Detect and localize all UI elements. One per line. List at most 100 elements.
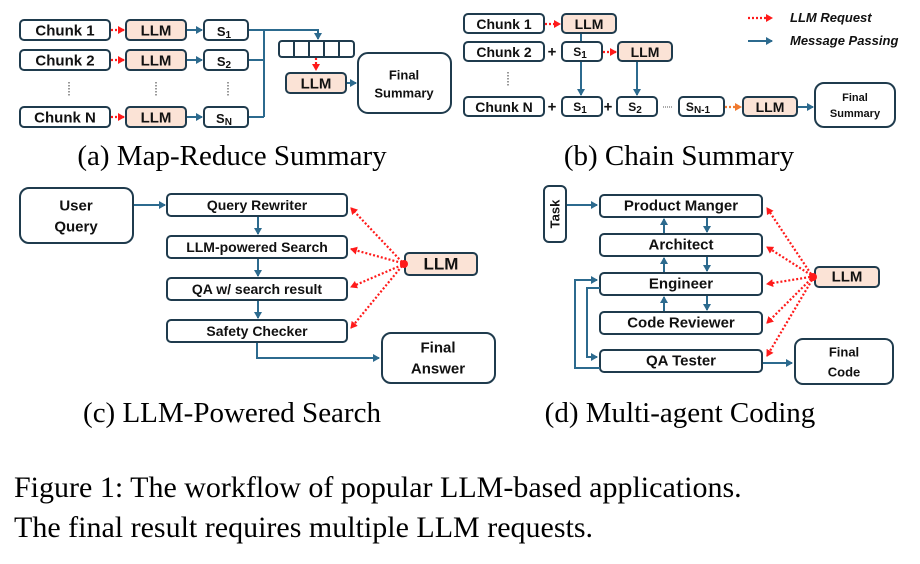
agent-box: Code Reviewer	[599, 311, 763, 335]
final-summary-box: Final Summary	[357, 52, 452, 114]
agent-label: Architect	[648, 237, 713, 254]
final-summary-label-line2: Summary	[374, 86, 434, 101]
llm-box: LLM	[404, 252, 478, 276]
agent-box: Product Manger	[599, 194, 763, 218]
figure-caption: Figure 1: The workflow of popular LLM-ba…	[14, 468, 914, 548]
final-code-label-line1: Final	[829, 345, 859, 360]
llm-label: LLM	[141, 110, 172, 127]
agent-label: Engineer	[649, 276, 713, 293]
llm-label: LLM	[756, 99, 785, 115]
panel-multi-agent-coding: Task Product Manger Architect Engineer C…	[543, 185, 894, 429]
llm-box: LLM	[814, 266, 880, 288]
step-box: Safety Checker	[166, 319, 348, 343]
figure-caption-line1: Figure 1: The workflow of popular LLM-ba…	[14, 471, 742, 504]
final-summary-box: Final Summary	[814, 82, 896, 128]
summary-box: S1	[561, 96, 603, 117]
step-label: LLM-powered Search	[186, 239, 328, 255]
panel-caption-c: (c) LLM-Powered Search	[83, 397, 381, 429]
llm-label: LLM	[301, 76, 332, 93]
plus-sign: +	[604, 99, 613, 116]
llm-request-arrow	[766, 278, 812, 324]
final-answer-label-line1: Final	[420, 340, 455, 357]
panel-map-reduce: Chunk 1 LLM S1 Chunk 2 LLM S2 Chunk N LL…	[19, 19, 452, 172]
agent-label: Code Reviewer	[627, 315, 735, 332]
chunk-box: Chunk 2	[19, 49, 111, 71]
agent-box: Architect	[599, 233, 763, 257]
message-arrow	[256, 343, 380, 362]
step-box: LLM-powered Search	[166, 235, 348, 259]
panel-chain-summary: Chunk 1 LLM Chunk 2 + S1 LLM Chunk N + S…	[463, 10, 898, 172]
user-query-box: User Query	[19, 187, 134, 244]
llm-request-arrow	[766, 275, 811, 287]
llm-box: LLM	[125, 49, 187, 71]
llm-request-arrow	[350, 265, 403, 329]
task-label: Task	[548, 199, 563, 228]
summary-box: S2	[616, 96, 658, 117]
chunk-label: Chunk N	[34, 110, 96, 127]
chunk-label: Chunk 1	[476, 16, 531, 32]
summary-box: SN	[203, 106, 249, 128]
final-code-label-line2: Code	[828, 365, 861, 380]
merge-lines	[249, 29, 265, 118]
llm-request-arrow	[766, 246, 812, 276]
final-summary-label-line2: Summary	[830, 108, 881, 120]
chunk-box: Chunk N	[19, 106, 111, 128]
user-query-label-line1: User	[59, 198, 93, 215]
step-label: Safety Checker	[206, 323, 308, 339]
chunk-label: Chunk 2	[476, 44, 531, 60]
chunk-box: Chunk N	[463, 96, 545, 117]
final-code-box: Final Code	[794, 338, 894, 385]
final-summary-label-line1: Final	[389, 68, 419, 83]
chunk-label: Chunk N	[475, 99, 533, 115]
user-query-label-line2: Query	[54, 219, 98, 236]
legend: LLM Request Message Passing	[748, 10, 898, 48]
agent-label: Product Manger	[624, 198, 738, 215]
chunk-box: Chunk 1	[19, 19, 111, 41]
llm-box: LLM	[125, 106, 187, 128]
message-arrow	[264, 29, 322, 40]
workflow-diagram: Chunk 1 LLM S1 Chunk 2 LLM S2 Chunk N LL…	[19, 10, 898, 429]
final-answer-label-line2: Answer	[411, 361, 465, 378]
chunk-label: Chunk 1	[35, 23, 94, 40]
final-answer-box: Final Answer	[381, 332, 496, 384]
legend-llm-request-label: LLM Request	[790, 10, 872, 25]
agent-box: Engineer	[599, 272, 763, 296]
agent-box: QA Tester	[599, 349, 763, 373]
panel-caption-b: (b) Chain Summary	[564, 140, 795, 172]
figure-caption-line2: The final result requires multiple LLM r…	[14, 511, 594, 544]
feedback-arrow-engineer-to-qa	[586, 287, 600, 361]
step-label: QA w/ search result	[192, 281, 323, 297]
llm-box: LLM	[742, 96, 798, 117]
agent-label: QA Tester	[646, 353, 716, 370]
llm-label: LLM	[575, 16, 604, 32]
chunk-box: Chunk 2	[463, 41, 545, 62]
summary-box: S1	[203, 19, 249, 41]
step-box: Query Rewriter	[166, 193, 348, 217]
panel-llm-powered-search: User Query Query Rewriter LLM-powered Se…	[19, 187, 496, 429]
legend-message-passing-label: Message Passing	[790, 33, 898, 48]
llm-label: LLM	[424, 255, 459, 274]
summary-box: S2	[203, 49, 249, 71]
llm-box: LLM	[285, 72, 347, 94]
llm-box: LLM	[617, 41, 673, 62]
llm-box: LLM	[561, 13, 617, 34]
llm-label: LLM	[141, 53, 172, 70]
llm-box: LLM	[125, 19, 187, 41]
panel-caption-a: (a) Map-Reduce Summary	[77, 140, 387, 172]
llm-label: LLM	[832, 269, 863, 286]
chunk-label: Chunk 2	[35, 53, 94, 70]
plus-sign: +	[548, 44, 557, 61]
summary-queue	[278, 40, 355, 58]
plus-sign: +	[548, 99, 557, 116]
llm-request-arrow	[350, 246, 403, 265]
llm-request-arrow	[350, 207, 403, 263]
summary-box: SN-1	[678, 96, 725, 117]
step-label: Query Rewriter	[207, 197, 308, 213]
llm-label: LLM	[631, 44, 660, 60]
task-box: Task	[543, 185, 567, 243]
llm-label: LLM	[141, 23, 172, 40]
step-box: QA w/ search result	[166, 277, 348, 301]
final-summary-label-line1: Final	[842, 92, 868, 104]
summary-box: S1	[561, 41, 603, 62]
llm-request-arrow	[766, 207, 812, 275]
